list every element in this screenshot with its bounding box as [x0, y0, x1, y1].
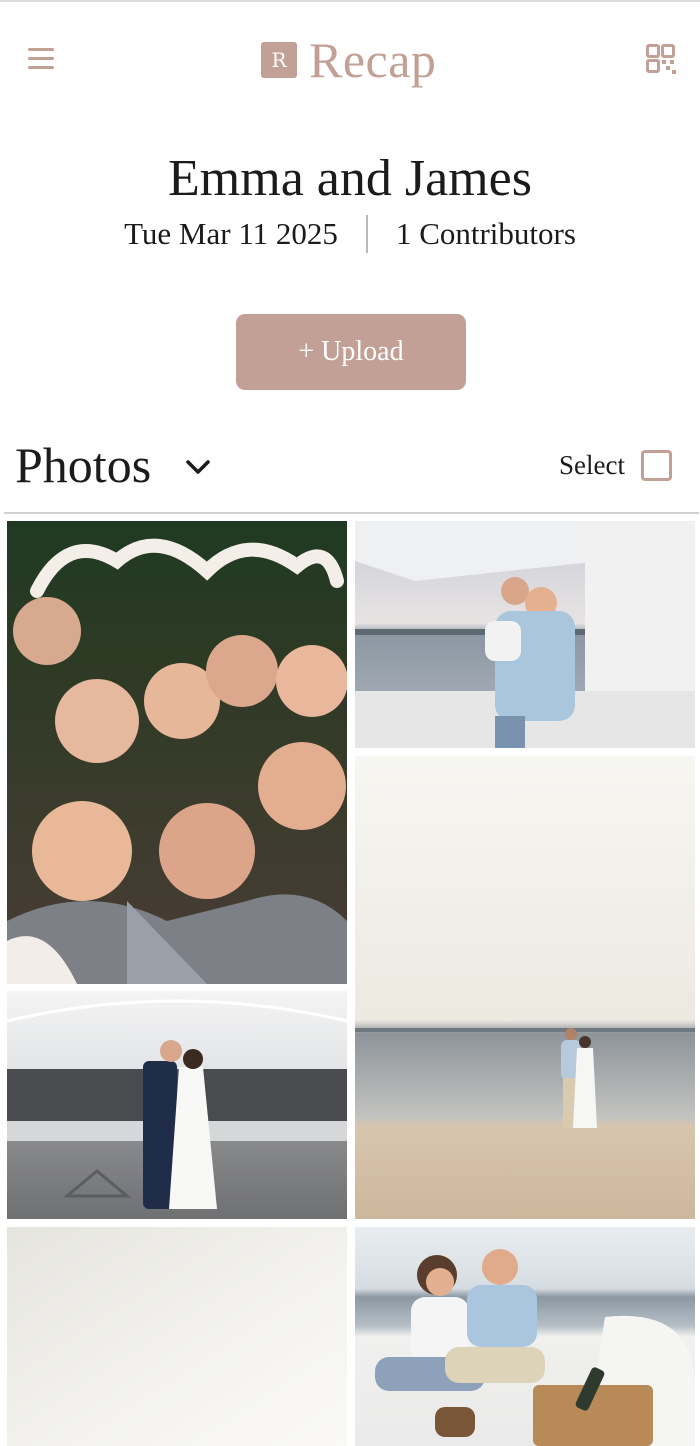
couple-on-beach[interactable]	[355, 756, 695, 1219]
hamburger-menu-icon[interactable]	[28, 46, 56, 72]
couple-on-boat[interactable]	[355, 521, 695, 748]
event-title: Emma and James	[168, 150, 532, 207]
first-dance-tent[interactable]	[7, 991, 347, 1219]
qr-code-icon[interactable]	[646, 44, 676, 74]
chevron-down-icon[interactable]	[183, 455, 213, 479]
section-divider	[4, 512, 699, 514]
photos-section-title[interactable]: Photos	[15, 438, 151, 493]
hazy-sky[interactable]	[7, 1227, 347, 1446]
app-name: Recap	[309, 32, 437, 88]
couple-picnic-boat[interactable]	[355, 1227, 695, 1446]
event-date: Tue Mar 11 2025	[124, 216, 338, 251]
contributors-count: 1 Contributors	[395, 216, 576, 251]
event-meta: Tue Mar 11 2025 1 Contributors	[0, 215, 700, 253]
logo-mark: R	[261, 42, 297, 78]
meta-separator	[365, 215, 368, 253]
select-label: Select	[559, 450, 625, 480]
select-checkbox[interactable]	[641, 450, 672, 481]
photo-booth-cheers[interactable]	[7, 521, 347, 984]
upload-button[interactable]: + Upload	[236, 314, 466, 390]
top-border	[0, 0, 700, 2]
app-logo[interactable]: R Recap	[261, 30, 436, 90]
